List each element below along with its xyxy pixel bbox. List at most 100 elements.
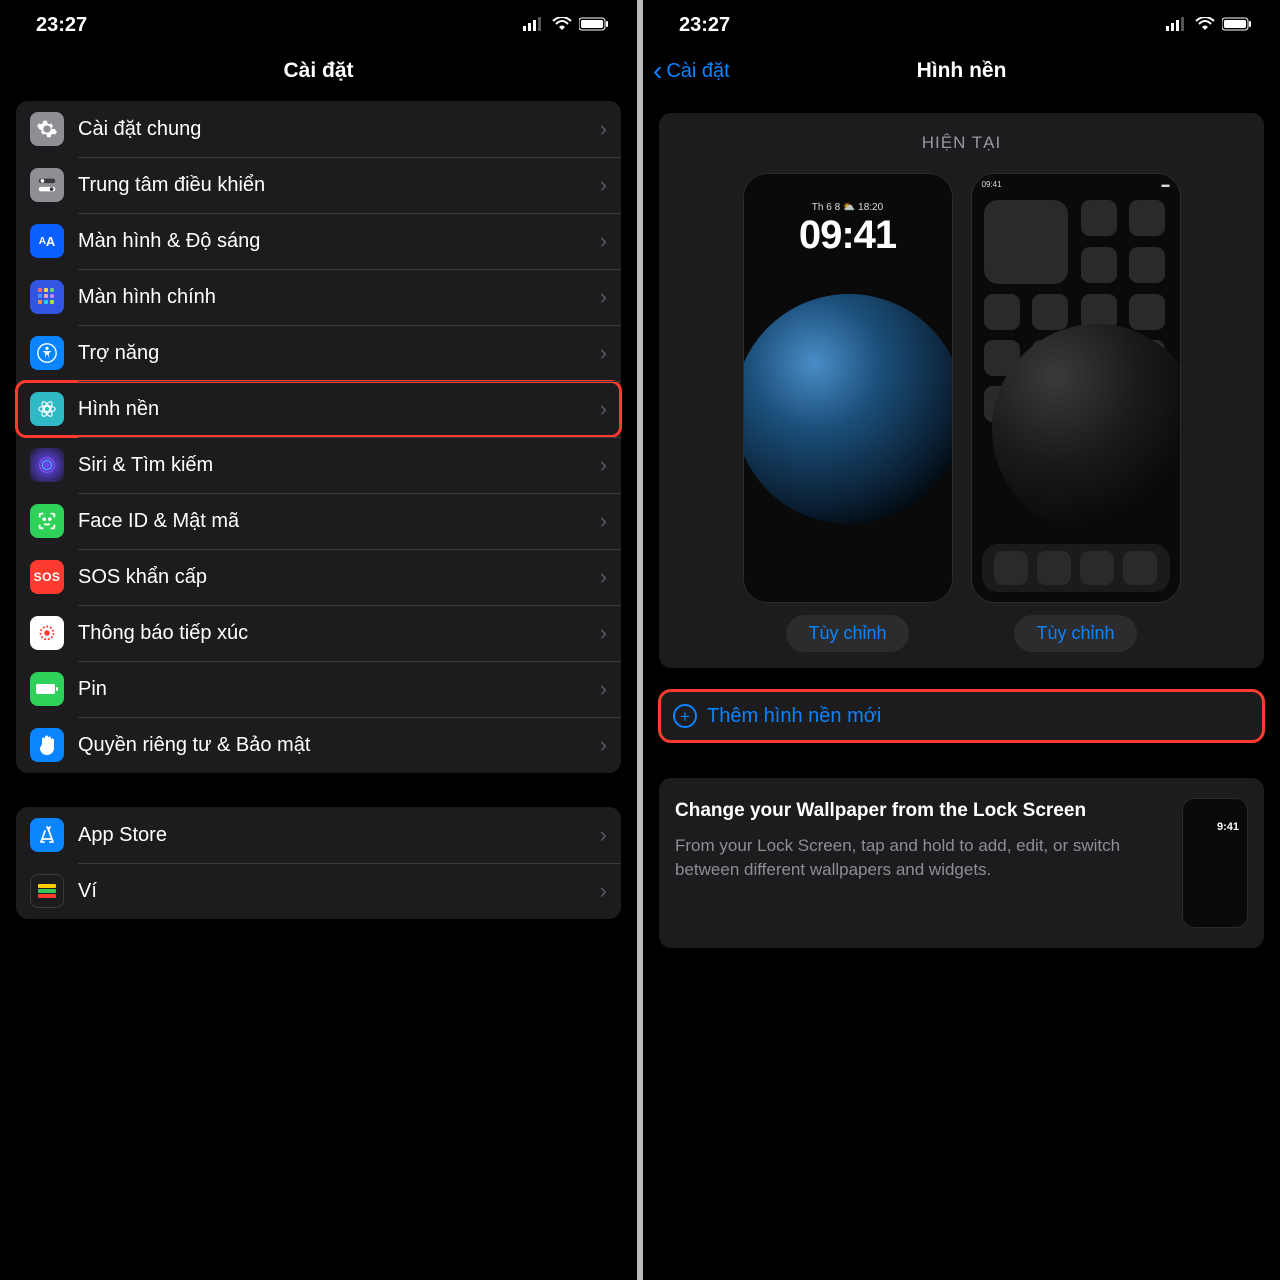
- wallpaper-icon: [30, 392, 64, 426]
- page-title: Hình nền: [917, 59, 1007, 83]
- row-home-screen[interactable]: Màn hình chính ›: [16, 269, 621, 325]
- chevron-right-icon: ›: [600, 732, 607, 758]
- row-wallet[interactable]: Ví ›: [16, 863, 621, 919]
- row-label: Ví: [78, 880, 600, 903]
- chevron-right-icon: ›: [600, 822, 607, 848]
- tip-thumb: 9:41: [1182, 798, 1248, 928]
- lockscreen-tip: Change your Wallpaper from the Lock Scre…: [659, 778, 1264, 948]
- chevron-right-icon: ›: [600, 620, 607, 646]
- status-time: 23:27: [36, 14, 87, 37]
- tip-title: Change your Wallpaper from the Lock Scre…: [675, 798, 1166, 824]
- accessibility-icon: [30, 336, 64, 370]
- lock-thumb: Th 6 8 ⛅ 18:20 09:41: [743, 173, 953, 603]
- sos-icon: SOS: [30, 560, 64, 594]
- chevron-right-icon: ›: [600, 116, 607, 142]
- customize-lock-button[interactable]: Tùy chỉnh: [786, 615, 908, 652]
- dock: [982, 544, 1170, 592]
- battery-icon: [579, 14, 609, 37]
- status-indicators: [1166, 14, 1252, 37]
- wallpaper-screen: 23:27 ‹ Cài đặt Hình nền HIỆN TẠI: [643, 0, 1280, 1280]
- row-general[interactable]: Cài đặt chung ›: [16, 101, 621, 157]
- section-caption: HIỆN TẠI: [673, 133, 1250, 153]
- nav-header: Cài đặt: [0, 45, 637, 101]
- tip-desc: From your Lock Screen, tap and hold to a…: [675, 834, 1166, 883]
- row-label: Trung tâm điều khiển: [78, 174, 600, 197]
- chevron-right-icon: ›: [600, 396, 607, 422]
- row-exposure[interactable]: Thông báo tiếp xúc ›: [16, 605, 621, 661]
- row-label: Màn hình chính: [78, 286, 600, 309]
- siri-icon: [30, 448, 64, 482]
- wallet-icon: [30, 874, 64, 908]
- home-thumb: 09:41▬: [971, 173, 1181, 603]
- home-screen-preview[interactable]: 09:41▬ Tùy chỉnh: [971, 173, 1181, 652]
- chevron-right-icon: ›: [600, 284, 607, 310]
- lock-screen-preview[interactable]: Th 6 8 ⛅ 18:20 09:41 Tùy chỉnh: [743, 173, 953, 652]
- wifi-icon: [1195, 14, 1215, 37]
- row-faceid[interactable]: Face ID & Mật mã ›: [16, 493, 621, 549]
- chevron-right-icon: ›: [600, 564, 607, 590]
- text-size-icon: AA: [30, 224, 64, 258]
- lock-date: Th 6 8 ⛅ 18:20: [744, 202, 952, 213]
- grid-icon: [30, 280, 64, 314]
- status-bar: 23:27: [643, 0, 1280, 45]
- row-label: SOS khẩn cấp: [78, 566, 600, 589]
- row-label: Quyền riêng tư & Bảo mật: [78, 734, 600, 757]
- customize-home-button[interactable]: Tùy chỉnh: [1014, 615, 1136, 652]
- row-siri[interactable]: Siri & Tìm kiếm ›: [16, 437, 621, 493]
- settings-screen: 23:27 Cài đặt Cài đặt chung ›: [0, 0, 637, 1280]
- chevron-left-icon: ‹: [653, 55, 662, 87]
- row-accessibility[interactable]: Trợ năng ›: [16, 325, 621, 381]
- row-battery[interactable]: Pin ›: [16, 661, 621, 717]
- hand-icon: [30, 728, 64, 762]
- row-label: Face ID & Mật mã: [78, 510, 600, 533]
- row-sos[interactable]: SOS SOS khẩn cấp ›: [16, 549, 621, 605]
- chevron-right-icon: ›: [600, 676, 607, 702]
- current-wallpaper-section: HIỆN TẠI Th 6 8 ⛅ 18:20 09:41 Tùy chỉnh …: [659, 113, 1264, 668]
- lock-clock: 09:41: [744, 213, 952, 258]
- gear-icon: [30, 112, 64, 146]
- status-time: 23:27: [679, 14, 730, 37]
- row-control-center[interactable]: Trung tâm điều khiển ›: [16, 157, 621, 213]
- row-label: App Store: [78, 824, 600, 847]
- add-label: Thêm hình nền mới: [707, 705, 881, 728]
- battery-icon: [1222, 14, 1252, 37]
- chevron-right-icon: ›: [600, 172, 607, 198]
- page-title: Cài đặt: [283, 59, 353, 83]
- row-label: Hình nền: [78, 398, 600, 421]
- add-wallpaper-button[interactable]: + Thêm hình nền mới: [659, 690, 1264, 742]
- settings-group-store: App Store › Ví ›: [16, 807, 621, 919]
- chevron-right-icon: ›: [600, 878, 607, 904]
- settings-list[interactable]: Cài đặt chung › Trung tâm điều khiển › A…: [0, 101, 637, 1280]
- plus-circle-icon: +: [673, 704, 697, 728]
- appstore-icon: [30, 818, 64, 852]
- faceid-icon: [30, 504, 64, 538]
- row-appstore[interactable]: App Store ›: [16, 807, 621, 863]
- row-label: Trợ năng: [78, 342, 600, 365]
- chevron-right-icon: ›: [600, 228, 607, 254]
- row-label: Cài đặt chung: [78, 118, 600, 141]
- chevron-right-icon: ›: [600, 508, 607, 534]
- wallpaper-previews: Th 6 8 ⛅ 18:20 09:41 Tùy chỉnh 09:41▬: [673, 173, 1250, 652]
- status-indicators: [523, 14, 609, 37]
- chevron-right-icon: ›: [600, 452, 607, 478]
- chevron-right-icon: ›: [600, 340, 607, 366]
- nav-header: ‹ Cài đặt Hình nền: [643, 45, 1280, 101]
- earth-graphic: [743, 294, 953, 524]
- row-wallpaper[interactable]: Hình nền ›: [16, 381, 621, 437]
- settings-group-main: Cài đặt chung › Trung tâm điều khiển › A…: [16, 101, 621, 773]
- row-label: Thông báo tiếp xúc: [78, 622, 600, 645]
- row-display[interactable]: AA Màn hình & Độ sáng ›: [16, 213, 621, 269]
- row-privacy[interactable]: Quyền riêng tư & Bảo mật ›: [16, 717, 621, 773]
- back-label: Cài đặt: [666, 60, 729, 83]
- wifi-icon: [552, 14, 572, 37]
- battery-icon: [30, 672, 64, 706]
- row-label: Màn hình & Độ sáng: [78, 230, 600, 253]
- cellular-icon: [1166, 14, 1188, 37]
- switches-icon: [30, 168, 64, 202]
- tip-thumb-time: 9:41: [1217, 821, 1239, 833]
- back-button[interactable]: ‹ Cài đặt: [653, 55, 730, 87]
- cellular-icon: [523, 14, 545, 37]
- home-time: 09:41: [982, 180, 1002, 189]
- exposure-icon: [30, 616, 64, 650]
- wallpaper-content[interactable]: HIỆN TẠI Th 6 8 ⛅ 18:20 09:41 Tùy chỉnh …: [643, 101, 1280, 1280]
